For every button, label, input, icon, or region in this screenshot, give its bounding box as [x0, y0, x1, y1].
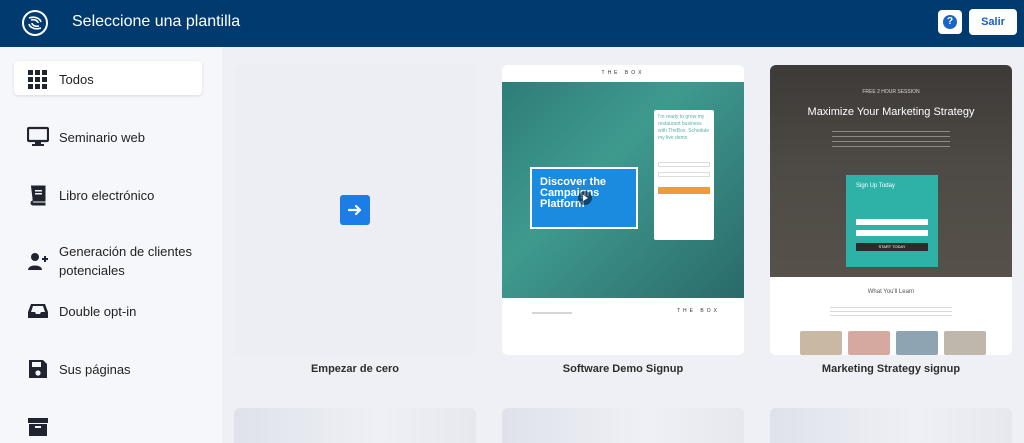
thumb-photo	[896, 331, 938, 355]
thumb-learn-heading: What You'll Learn	[867, 289, 915, 295]
thumb-lower-text	[830, 307, 952, 317]
template-label: Empezar de cero	[310, 363, 400, 375]
thumb-video: Discover the Campaigns Platform	[530, 167, 638, 229]
play-icon	[578, 191, 592, 205]
top-bar: Seleccione una plantilla ? Salir	[0, 0, 1024, 47]
thumb-kicker: FREE 2 HOUR SESSION	[862, 89, 920, 95]
thumb-hero: FREE 2 HOUR SESSION Maximize Your Market…	[770, 65, 1012, 277]
sidebar-item-double-opt-in[interactable]: Double opt-in	[14, 293, 202, 327]
book-icon	[30, 185, 46, 206]
arrow-right-icon	[347, 204, 362, 216]
sidebar: Todos Seminario web Libro electrónico Ge…	[0, 47, 222, 443]
sidebar-item-label: Generación de clientes potenciales	[59, 244, 192, 278]
page-title: Seleccione una plantilla	[72, 13, 241, 30]
thumb-button: START TODAY	[856, 243, 928, 251]
sidebar-item-sus-paginas[interactable]: Sus páginas	[14, 351, 202, 385]
thumb-form-field	[658, 172, 710, 177]
thumb-form: I'm ready to grow my restaurant business…	[654, 110, 714, 240]
thumb-form-heading: I'm ready to grow my restaurant business…	[658, 114, 710, 141]
thumb-lower: What You'll Learn	[770, 277, 1012, 355]
thumb-form-field	[658, 162, 710, 167]
thumb-footer-brand: THE BOX	[677, 308, 720, 314]
thumb-body-text	[832, 131, 950, 149]
thumb-hero: I'm ready to grow my restaurant business…	[502, 82, 744, 298]
logo-icon	[22, 10, 48, 36]
save-icon	[29, 360, 47, 378]
archive-icon	[28, 418, 48, 436]
template-label: Marketing Strategy signup	[821, 363, 961, 375]
thumb-form-button	[658, 187, 710, 194]
thumb-box-title: Sign Up Today	[856, 183, 895, 189]
monitor-icon	[27, 126, 49, 146]
sidebar-item-generacion-clientes[interactable]: Generación de clientes potenciales	[14, 243, 202, 278]
sidebar-item-todos[interactable]: Todos	[14, 61, 202, 95]
thumb-photo	[800, 331, 842, 355]
sidebar-item-label: Todos	[59, 72, 94, 87]
thumb-footer-line	[532, 312, 572, 314]
template-card[interactable]	[770, 408, 1012, 443]
template-card-software-demo[interactable]: THE BOX I'm ready to grow my restaurant …	[502, 65, 744, 355]
template-label: Software Demo Signup	[562, 363, 684, 375]
help-button[interactable]: ?	[938, 10, 962, 34]
template-card[interactable]	[234, 408, 476, 443]
thumb-footer: THE BOX	[502, 298, 744, 355]
template-card[interactable]	[502, 408, 744, 443]
exit-button[interactable]: Salir	[969, 9, 1017, 35]
thumb-field	[856, 219, 928, 225]
thumb-photo	[944, 331, 986, 355]
sidebar-item-archive[interactable]	[14, 409, 202, 443]
grid-icon	[28, 70, 47, 89]
template-card-marketing-strategy[interactable]: FREE 2 HOUR SESSION Maximize Your Market…	[770, 65, 1012, 355]
thumb-title: Maximize Your Marketing Strategy	[807, 106, 975, 118]
template-card-blank[interactable]	[234, 65, 476, 355]
thumb-nav: THE BOX	[502, 65, 744, 82]
sidebar-item-label: Libro electrónico	[59, 188, 155, 203]
sidebar-item-label: Sus páginas	[59, 362, 131, 377]
start-blank-button[interactable]	[340, 195, 370, 225]
sidebar-item-libro-electronico[interactable]: Libro electrónico	[14, 177, 202, 211]
thumb-field	[856, 230, 928, 236]
thumb-photo	[848, 331, 890, 355]
user-plus-icon	[28, 253, 48, 270]
thumb-signup-box: Sign Up Today START TODAY	[846, 175, 938, 267]
sidebar-item-seminario-web[interactable]: Seminario web	[14, 119, 202, 153]
sidebar-item-label: Double opt-in	[59, 304, 137, 319]
help-icon: ?	[943, 15, 957, 29]
inbox-icon	[28, 304, 48, 318]
sidebar-item-label: Seminario web	[59, 130, 145, 145]
